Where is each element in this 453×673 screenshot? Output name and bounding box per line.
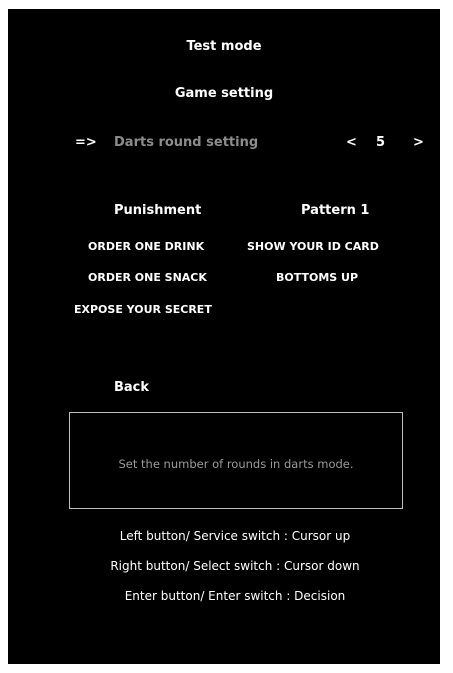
control-hint: Right button/ Select switch : Cursor dow…: [110, 559, 360, 573]
page-subtitle: Game setting: [174, 86, 274, 101]
help-message-box: Set the number of rounds in darts mode.: [69, 412, 403, 509]
cursor-arrow-icon: =>: [75, 135, 97, 150]
decrease-arrow-icon[interactable]: <: [346, 135, 357, 150]
punishment-item: ORDER ONE DRINK: [88, 240, 205, 253]
setting-value: 5: [376, 135, 386, 150]
increase-arrow-icon[interactable]: >: [413, 135, 424, 150]
punishment-item: SHOW YOUR ID CARD: [247, 240, 379, 253]
control-hint: Enter button/ Enter switch : Decision: [124, 589, 346, 603]
control-hint: Left button/ Service switch : Cursor up: [119, 529, 351, 543]
punishment-item: EXPOSE YOUR SECRET: [74, 303, 212, 316]
punishment-label: Punishment: [114, 203, 202, 218]
punishment-pattern: Pattern 1: [301, 203, 370, 218]
back-menu-item[interactable]: Back: [114, 380, 149, 395]
help-message-text: Set the number of rounds in darts mode.: [118, 457, 354, 471]
page-title: Test mode: [186, 39, 262, 54]
punishment-item: ORDER ONE SNACK: [88, 271, 207, 284]
test-mode-screen: Test mode Game setting => Darts round se…: [8, 9, 440, 664]
setting-label: Darts round setting: [114, 135, 259, 150]
punishment-item: BOTTOMS UP: [276, 271, 359, 284]
